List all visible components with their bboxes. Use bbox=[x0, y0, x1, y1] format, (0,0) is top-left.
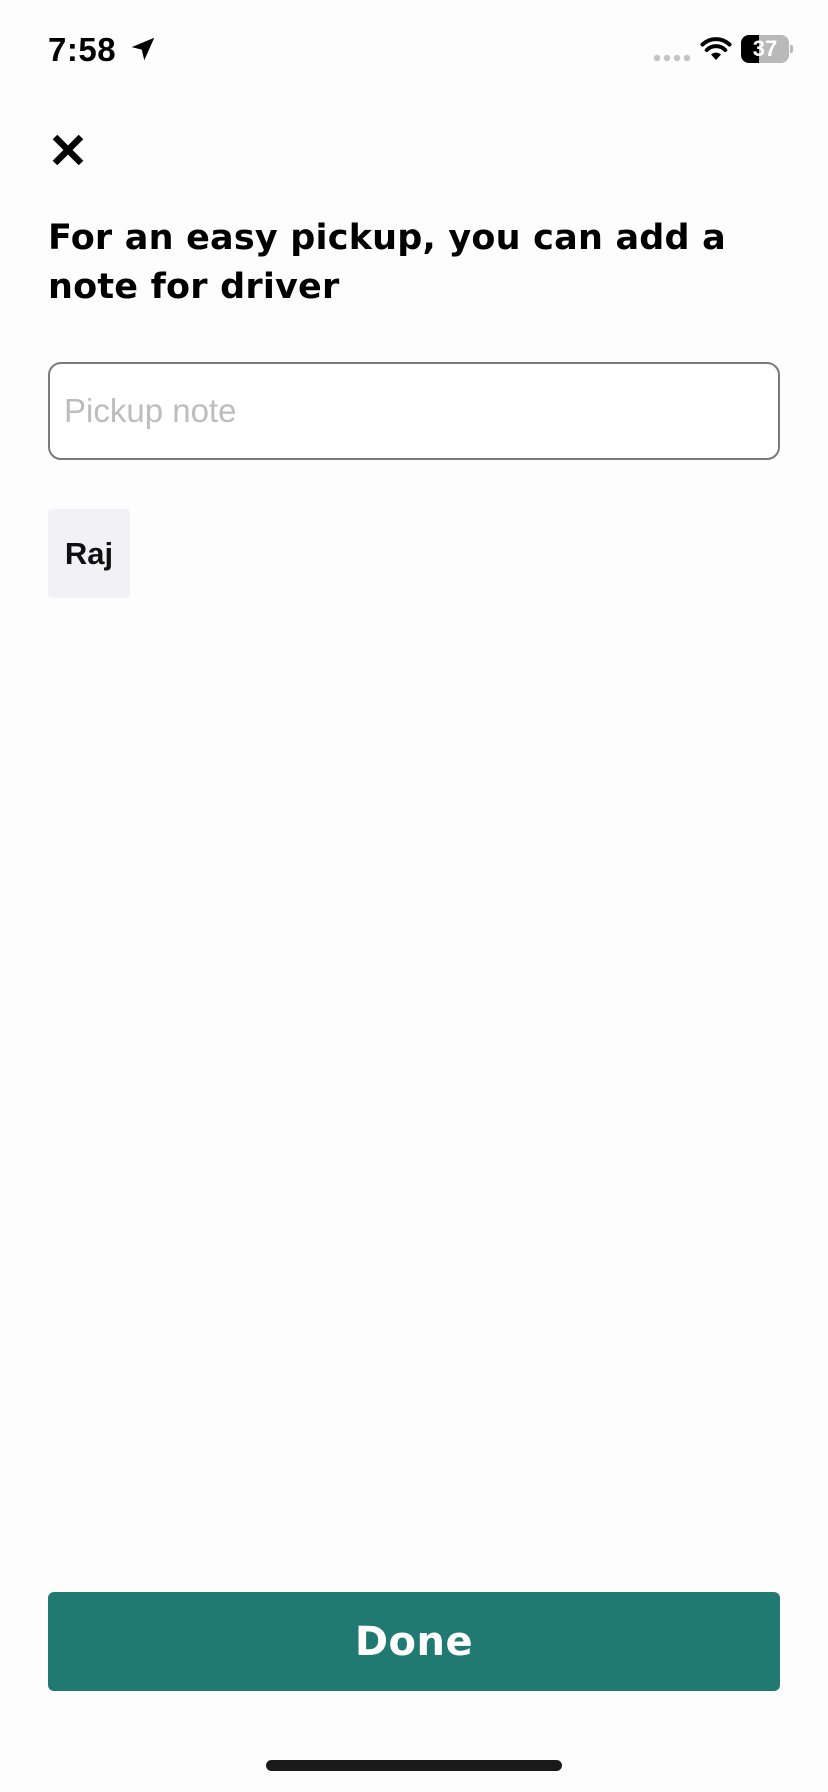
pickup-note-input[interactable] bbox=[48, 362, 780, 460]
status-time: 7:58 bbox=[48, 31, 117, 68]
page-title: For an easy pickup, you can add a note f… bbox=[48, 218, 726, 307]
done-button[interactable]: Done bbox=[48, 1592, 780, 1691]
wifi-icon bbox=[700, 37, 732, 60]
battery-icon: 37 bbox=[741, 35, 793, 63]
battery-body: 37 bbox=[741, 35, 789, 63]
suggestion-chip-raj[interactable]: Raj bbox=[48, 509, 130, 598]
battery-nub bbox=[790, 45, 793, 53]
battery-level: 37 bbox=[752, 36, 778, 61]
cellular-signal-icon bbox=[653, 54, 691, 62]
pickup-note-screen: 7:58 37 For an easy pickup, you can add … bbox=[0, 0, 828, 1792]
close-button[interactable] bbox=[40, 122, 96, 178]
location-arrow-icon bbox=[131, 37, 155, 61]
status-bar: 7:58 37 bbox=[0, 0, 828, 100]
close-icon bbox=[52, 134, 84, 166]
home-indicator bbox=[266, 1760, 562, 1771]
